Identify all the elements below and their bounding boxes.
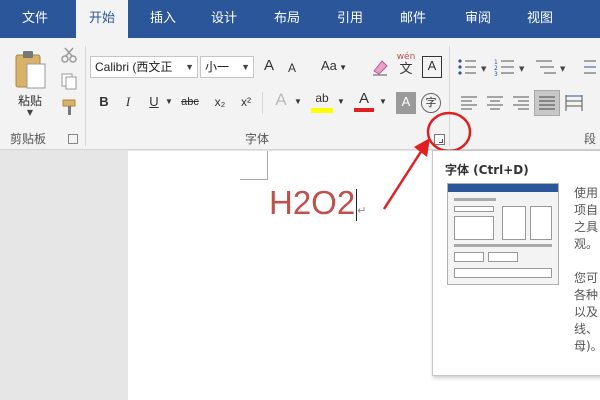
font-color-bar [354, 108, 374, 112]
align-center-icon[interactable] [486, 94, 504, 112]
tooltip-description: 使用 项自 之具 观。 您可 各种 以及 线、 母)。 [574, 185, 600, 355]
svg-text:▼: ▼ [519, 65, 525, 73]
launcher-arrow-icon [439, 139, 443, 143]
chevron-down-icon[interactable]: ▼ [185, 57, 194, 77]
tab-file[interactable]: 文件 [0, 0, 70, 38]
document-text[interactable]: H2O2 ↵ [269, 183, 366, 231]
font-name-value: Calibri (西文正 [95, 60, 173, 74]
tooltip-line: 各种 [574, 288, 599, 302]
change-case-label: Aa [320, 58, 337, 73]
svg-text:3: 3 [494, 71, 498, 77]
font-color-button[interactable]: A [352, 90, 376, 116]
superscript-button[interactable]: x² [236, 92, 256, 114]
separator [262, 92, 263, 114]
character-shading-button[interactable]: A [396, 92, 416, 114]
font-name-combo[interactable]: Calibri (西文正 ▼ [90, 56, 198, 78]
tooltip-line: 您可 [574, 271, 599, 285]
tooltip-line: 项自 [574, 203, 599, 217]
chevron-down-icon[interactable]: ▼ [241, 57, 250, 77]
font-dialog-tooltip: 字体 (Ctrl+D) 使用 项自 之具 观。 您可 各种 以及 线、 母)。 [432, 150, 600, 376]
bullets-icon[interactable]: ▼ [456, 57, 492, 77]
distributed-icon[interactable] [564, 93, 584, 113]
clipboard-dialog-launcher[interactable] [68, 134, 78, 144]
tooltip-line: 线、 [574, 322, 599, 336]
paste-icon [15, 51, 46, 89]
format-painter-icon[interactable] [60, 98, 78, 116]
svg-text:▼: ▼ [481, 65, 487, 73]
copy-icon[interactable] [60, 72, 78, 90]
decrease-indent-icon[interactable] [582, 57, 596, 77]
group-separator [85, 46, 86, 146]
tab-mailings[interactable]: 邮件 [387, 0, 439, 38]
tab-design[interactable]: 设计 [198, 0, 250, 38]
strikethrough-button[interactable]: abc [176, 92, 204, 114]
enclose-characters-button[interactable]: 字 [421, 93, 441, 113]
chevron-down-icon: ▼ [26, 108, 34, 117]
tooltip-line: 以及 [574, 305, 599, 319]
phonetic-guide-button[interactable]: wén 文 [396, 52, 416, 80]
underline-button[interactable]: U [146, 92, 162, 114]
tooltip-spacer [574, 253, 600, 270]
tab-references[interactable]: 引用 [324, 0, 376, 38]
character-border-button[interactable]: A [422, 56, 442, 78]
chevron-down-icon[interactable]: ▼ [164, 92, 174, 114]
paste-label: 粘贴 [17, 94, 42, 108]
tooltip-line: 观。 [574, 237, 599, 251]
grow-font-button[interactable]: A [259, 56, 279, 78]
highlight-label: ab [315, 91, 329, 105]
chevron-down-icon[interactable]: ▼ [293, 92, 303, 114]
tab-insert[interactable]: 插入 [137, 0, 189, 38]
ribbon: 粘贴 ▼ 剪贴板 Calibri (西文正 ▼ 小一 ▼ A A Aa ▼ wé… [0, 38, 600, 150]
multilevel-list-icon[interactable]: ▼ [534, 57, 570, 77]
tab-review[interactable]: 审阅 [452, 0, 504, 38]
shrink-font-button[interactable]: A [283, 58, 301, 80]
italic-button[interactable]: I [120, 92, 136, 114]
margin-corner-mark [240, 151, 268, 180]
font-size-value: 小一 [205, 60, 230, 74]
paragraph-mark: ↵ [357, 205, 367, 217]
subscript-button[interactable]: x₂ [210, 92, 230, 114]
font-dialog-launcher[interactable] [434, 134, 445, 145]
align-right-icon[interactable] [512, 94, 530, 112]
tab-layout[interactable]: 布局 [261, 0, 313, 38]
tooltip-line: 之具 [574, 220, 599, 234]
phonetic-guide-top: wén [396, 52, 416, 62]
tab-view[interactable]: 视图 [514, 0, 566, 38]
numbering-icon[interactable]: 123 ▼ [494, 57, 530, 77]
tooltip-preview-image [447, 183, 559, 285]
text-effects-button[interactable]: A [270, 90, 292, 112]
ribbon-tab-bar: 文件 开始 插入 设计 布局 引用 邮件 审阅 视图 [0, 0, 600, 40]
align-left-icon[interactable] [460, 94, 478, 112]
justify-button[interactable] [534, 90, 560, 116]
bold-button[interactable]: B [96, 92, 112, 114]
font-size-combo[interactable]: 小一 ▼ [200, 56, 254, 78]
font-group-label: 字体 [245, 132, 270, 146]
enclose-label: 字 [425, 96, 437, 109]
tab-home[interactable]: 开始 [76, 0, 128, 40]
tooltip-title: 字体 (Ctrl+D) [445, 163, 529, 177]
change-case-button[interactable]: Aa ▼ [316, 56, 352, 78]
phonetic-guide-bottom: 文 [399, 62, 413, 77]
paragraph-group-label: 段 [584, 132, 597, 146]
tooltip-line: 使用 [574, 186, 599, 200]
svg-text:▼: ▼ [560, 65, 566, 73]
justify-icon [539, 96, 555, 110]
group-separator [449, 46, 450, 146]
highlight-color-bar [311, 108, 333, 113]
clear-formatting-icon[interactable] [370, 57, 390, 77]
chevron-down-icon[interactable]: ▼ [336, 92, 346, 114]
tooltip-line: 母)。 [574, 339, 600, 353]
body-text: H2O2 [269, 184, 356, 221]
chevron-down-icon[interactable]: ▼ [378, 92, 388, 114]
cut-icon[interactable] [60, 46, 78, 64]
highlight-button[interactable]: ab [310, 90, 334, 116]
paste-button[interactable]: 粘贴 ▼ [8, 48, 52, 124]
font-color-label: A [358, 90, 369, 107]
clipboard-group-label: 剪贴板 [10, 132, 47, 146]
